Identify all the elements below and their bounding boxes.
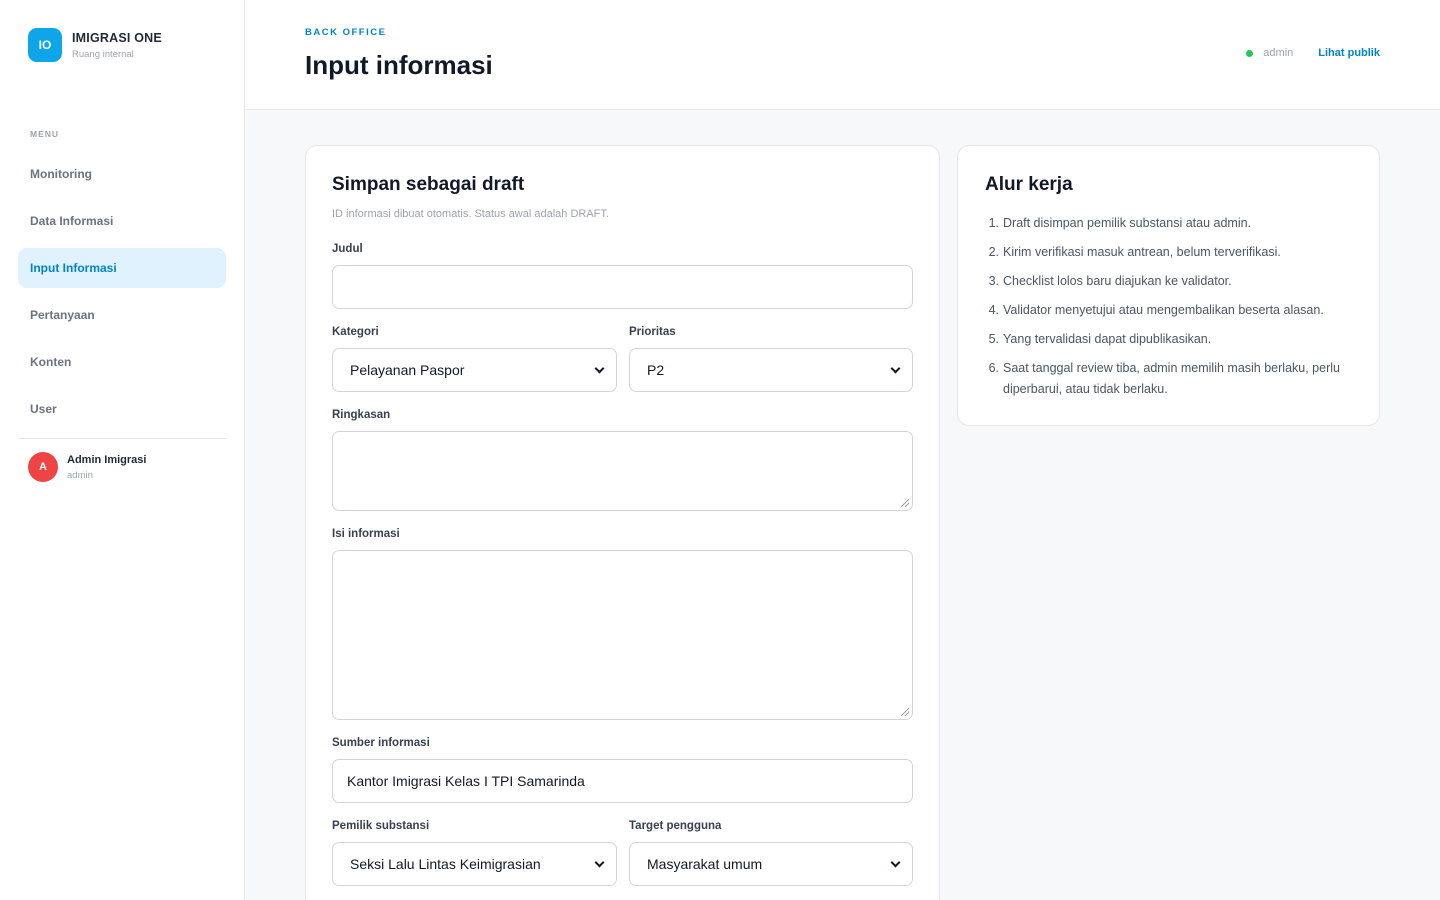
- target-value: Masyarakat umum: [647, 856, 763, 872]
- page-title: Input informasi: [305, 50, 493, 80]
- page-header: BACK OFFICE Input informasi admin Lihat …: [245, 0, 1440, 110]
- kategori-label: Kategori: [332, 326, 379, 338]
- workflow-card: Alur kerja 1. Draft disimpan pemilik subs…: [957, 145, 1380, 426]
- ringkasan-textarea[interactable]: [332, 431, 913, 511]
- sidebar-item-user[interactable]: User: [18, 389, 226, 429]
- resize-handle-icon[interactable]: [901, 499, 909, 507]
- pemilik-value: Seksi Lalu Lintas Keimigrasian: [350, 856, 541, 872]
- workflow-steps: 1. Draft disimpan pemilik substansi atau …: [985, 213, 1365, 408]
- header-actions: admin Lihat publik: [1246, 47, 1380, 59]
- judul-label: Judul: [332, 243, 363, 255]
- user-card[interactable]: A Admin Imigrasi admin: [28, 452, 146, 482]
- sidebar-item-monitoring[interactable]: Monitoring: [18, 154, 226, 194]
- isi-label: Isi informasi: [332, 528, 400, 540]
- user-name: Admin Imigrasi: [67, 453, 147, 466]
- brand-logo: IO: [28, 28, 62, 62]
- sidebar-divider: [18, 438, 226, 439]
- judul-input[interactable]: [332, 265, 913, 309]
- breadcrumb: BACK OFFICE: [305, 27, 387, 38]
- ringkasan-label: Ringkasan: [332, 409, 391, 421]
- kategori-select[interactable]: Pelayanan Paspor: [332, 348, 617, 392]
- chevron-down-icon: [594, 857, 605, 867]
- chevron-down-icon: [890, 857, 901, 867]
- prioritas-value: P2: [647, 362, 665, 378]
- brand-subtitle: Ruang internal: [72, 48, 134, 60]
- view-public-link[interactable]: Lihat publik: [1318, 47, 1380, 59]
- workflow-step: 3. Checklist lolos baru diajukan ke valid…: [988, 274, 1232, 288]
- avatar: A: [28, 452, 58, 482]
- workflow-step: 2. Kirim verifikasi masuk antrean, belum …: [988, 245, 1281, 259]
- sidebar-item-input-informasi[interactable]: Input Informasi: [18, 248, 226, 288]
- online-status-icon: [1246, 49, 1254, 57]
- kategori-value: Pelayanan Paspor: [350, 362, 465, 378]
- pemilik-select[interactable]: Seksi Lalu Lintas Keimigrasian: [332, 842, 617, 886]
- user-info: Admin Imigrasi admin: [67, 454, 146, 481]
- workflow-step: 4. Validator menyetujui atau mengembalika…: [988, 303, 1324, 317]
- sidebar-item-konten[interactable]: Konten: [18, 342, 226, 382]
- target-label: Target pengguna: [629, 820, 722, 832]
- sumber-input[interactable]: Kantor Imigrasi Kelas I TPI Samarinda: [332, 759, 913, 803]
- sumber-label: Sumber informasi: [332, 737, 430, 749]
- brand[interactable]: IO IMIGRASI ONE Ruang internal: [28, 28, 162, 62]
- sidebar: IO IMIGRASI ONE Ruang internal MENU Moni…: [0, 0, 245, 900]
- role-status: admin: [1263, 47, 1294, 59]
- chevron-down-icon: [890, 363, 901, 373]
- prioritas-select[interactable]: P2: [629, 348, 913, 392]
- chevron-down-icon: [594, 363, 605, 373]
- user-role: admin: [67, 469, 93, 481]
- workflow-step: 5. Yang tervalidasi dapat dipublikasikan.: [988, 332, 1212, 346]
- brand-name: IMIGRASI ONE: [72, 30, 162, 45]
- target-select[interactable]: Masyarakat umum: [629, 842, 913, 886]
- workflow-step: 6. Saat tanggal review tiba, admin memili…: [988, 361, 1340, 396]
- form-title: Simpan sebagai draft: [332, 174, 525, 195]
- prioritas-label: Prioritas: [629, 326, 676, 338]
- workflow-step: 1. Draft disimpan pemilik substansi atau …: [988, 216, 1252, 230]
- form-subtitle: ID informasi dibuat otomatis. Status awa…: [332, 208, 609, 220]
- draft-form-card: Simpan sebagai draft ID informasi dibuat…: [305, 145, 940, 900]
- sidebar-item-pertanyaan[interactable]: Pertanyaan: [18, 295, 226, 335]
- sidebar-nav: Monitoring Data Informasi Input Informas…: [18, 154, 226, 436]
- workflow-title: Alur kerja: [985, 174, 1073, 195]
- brand-text: IMIGRASI ONE Ruang internal: [72, 31, 162, 60]
- pemilik-label: Pemilik substansi: [332, 820, 430, 832]
- menu-label: MENU: [30, 129, 60, 139]
- resize-handle-icon[interactable]: [901, 708, 909, 716]
- sidebar-item-data-informasi[interactable]: Data Informasi: [18, 201, 226, 241]
- isi-textarea[interactable]: [332, 550, 913, 720]
